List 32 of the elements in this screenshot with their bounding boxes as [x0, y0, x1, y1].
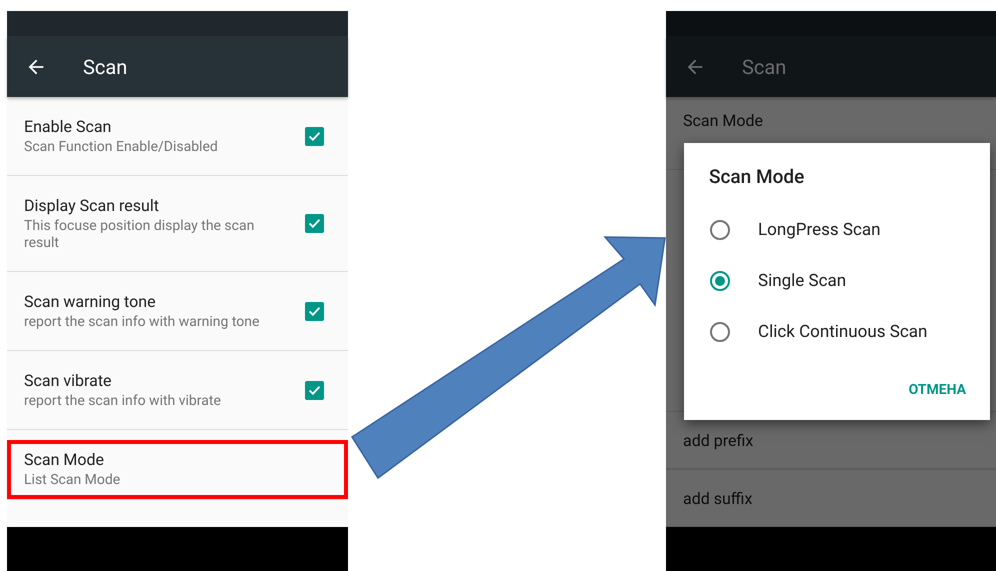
setting-summary: List Scan Mode: [24, 472, 122, 489]
checkmark-icon: [308, 304, 321, 318]
setting-row[interactable]: Scan warning tone report the scan info with warning tone: [7, 272, 348, 351]
radio-button[interactable]: [710, 270, 730, 290]
radio-button[interactable]: [710, 322, 730, 342]
checkbox[interactable]: [305, 126, 324, 146]
toolbar-title: Scan: [742, 54, 786, 78]
setting-row[interactable]: Enable Scan Scan Function Enable/Disabled: [7, 97, 348, 176]
setting-title: Scan Mode: [24, 450, 105, 469]
checkmark-icon: [308, 384, 321, 396]
setting-title: Enable Scan: [24, 116, 112, 136]
setting-summary: Scan Function Enable/Disabled: [24, 138, 219, 156]
checkbox[interactable]: [305, 302, 324, 320]
checkbox[interactable]: [305, 380, 324, 400]
setting-title: Scan vibrate: [24, 370, 113, 390]
checkbox[interactable]: [305, 214, 324, 233]
checkmark-icon: [308, 217, 321, 230]
radio-option[interactable]: Single Scan: [709, 255, 966, 306]
highlighted-setting-row[interactable]: Scan Mode List Scan Mode: [7, 440, 348, 500]
setting-row[interactable]: Display Scan result This focuse position display the scan result: [7, 176, 348, 272]
radio-option[interactable]: LongPress Scan: [709, 204, 966, 255]
setting-row[interactable]: Scan vibrate report the scan info with vibrate: [7, 351, 348, 430]
setting-title: Display Scan result: [24, 196, 160, 214]
cancel-button[interactable]: ОТМЕНА: [908, 374, 966, 406]
checkmark-icon: [308, 130, 321, 142]
radio-option[interactable]: Click Continuous Scan: [709, 306, 966, 357]
radio-button[interactable]: [710, 220, 730, 240]
setting-summary: This focuse position display the scan result: [24, 218, 256, 252]
toolbar-title: Scan: [83, 54, 128, 78]
setting-title: Scan warning tone: [24, 292, 157, 310]
setting-summary: report the scan info with warning tone: [24, 314, 260, 330]
setting-summary: report the scan info with vibrate: [24, 392, 222, 410]
